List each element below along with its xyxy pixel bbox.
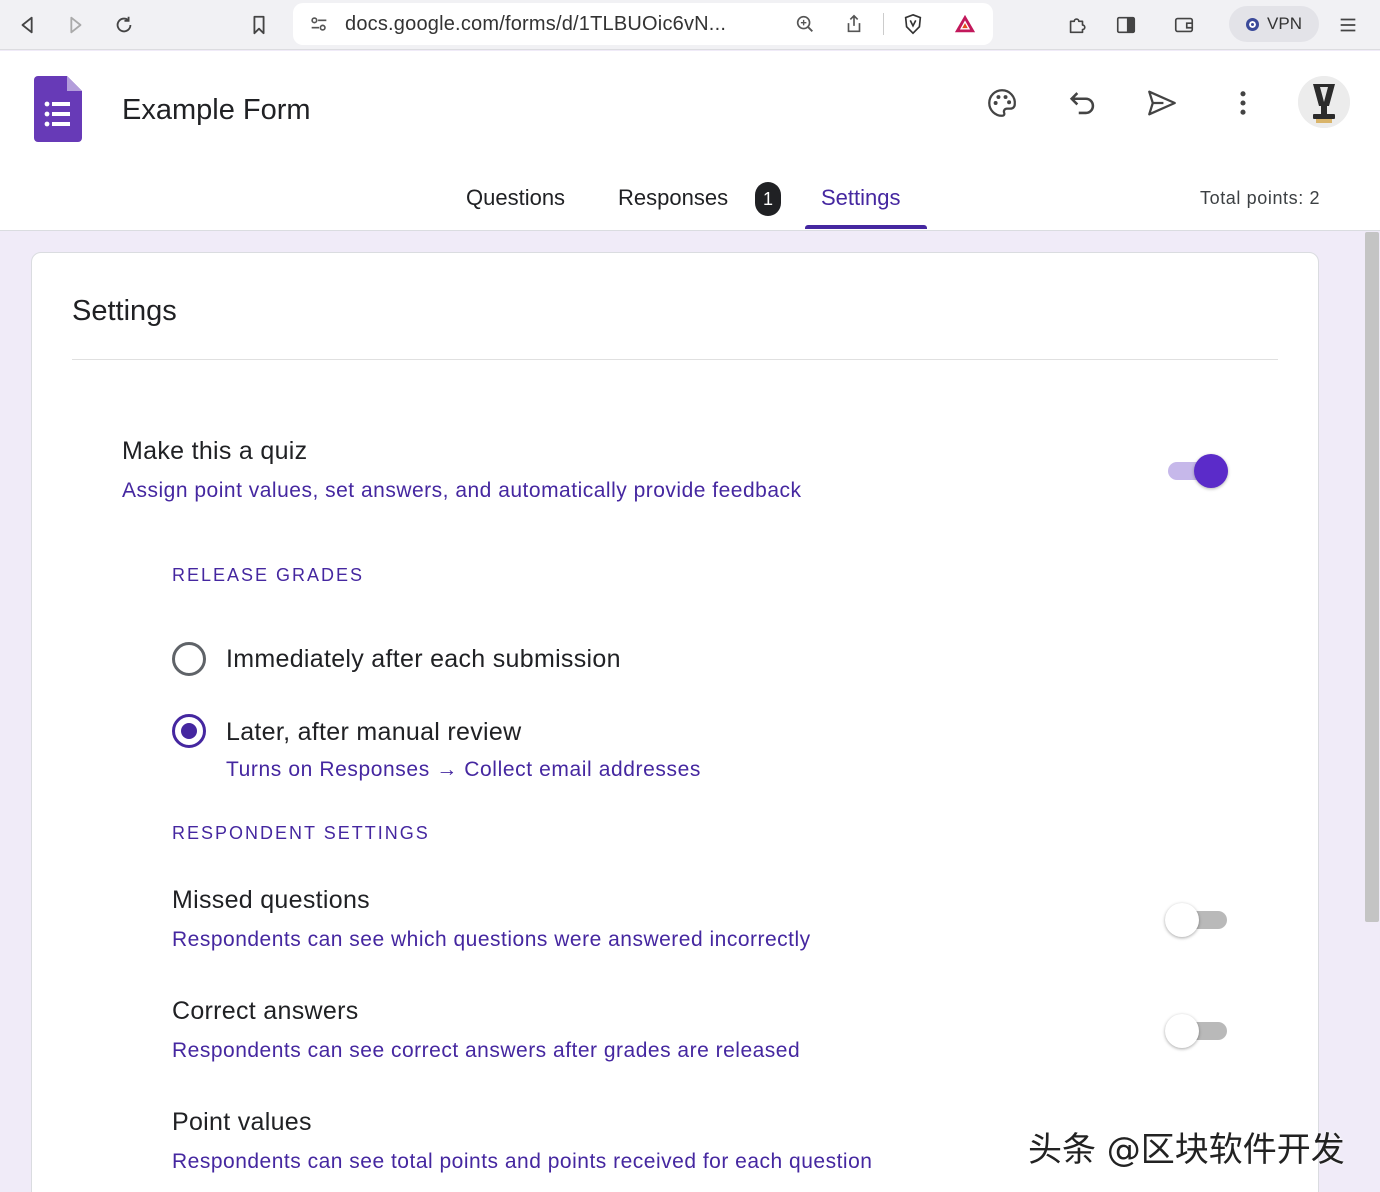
sidebar-icon[interactable] — [1110, 9, 1142, 41]
avatar[interactable] — [1298, 76, 1350, 128]
missed-questions-title: Missed questions — [172, 886, 370, 914]
correct-answers-description: Respondents can see correct answers afte… — [172, 1039, 801, 1062]
watermark: 头条 @区块软件开发 — [1028, 1130, 1345, 1170]
more-options-icon[interactable] — [1221, 81, 1265, 125]
radio-manual-review[interactable] — [172, 714, 206, 748]
quiz-description: Assign point values, set answers, and au… — [122, 479, 802, 502]
radio-manual-review-label[interactable]: Later, after manual review — [226, 718, 521, 747]
reload-icon[interactable] — [108, 9, 140, 41]
settings-divider — [72, 359, 1278, 360]
correct-answers-title: Correct answers — [172, 997, 359, 1025]
quiz-title: Make this a quiz — [122, 437, 308, 465]
radio-immediately-label[interactable]: Immediately after each submission — [226, 645, 621, 674]
point-values-title: Point values — [172, 1108, 312, 1136]
scrollbar-thumb[interactable] — [1365, 232, 1379, 922]
tab-questions[interactable]: Questions — [466, 185, 565, 229]
missed-questions-description: Respondents can see which questions were… — [172, 928, 811, 951]
browser-toolbar: docs.google.com/forms/d/1TLBUOic6vN... V… — [0, 0, 1380, 50]
site-settings-icon[interactable] — [303, 8, 335, 40]
correct-answers-toggle[interactable] — [1165, 1013, 1229, 1049]
total-points: Total points: 2 — [1200, 188, 1321, 208]
radio-immediately[interactable] — [172, 642, 206, 676]
quiz-toggle-knob — [1194, 454, 1228, 488]
vpn-button[interactable]: VPN — [1229, 6, 1319, 42]
form-title[interactable]: Example Form — [122, 94, 311, 127]
extensions-icon[interactable] — [1061, 9, 1093, 41]
menu-icon[interactable] — [1332, 9, 1364, 41]
share-icon[interactable] — [838, 8, 870, 40]
forward-icon[interactable] — [59, 9, 91, 41]
bookmark-icon[interactable] — [243, 9, 275, 41]
brave-shield-icon[interactable] — [897, 8, 929, 40]
forms-header: Example Form Questions Responses 1 Setti… — [0, 51, 1380, 231]
point-values-description: Respondents can see total points and poi… — [172, 1150, 873, 1173]
address-bar[interactable]: docs.google.com/forms/d/1TLBUOic6vN... — [293, 3, 993, 45]
vpn-label: VPN — [1267, 14, 1302, 33]
settings-title: Settings — [72, 295, 177, 327]
brave-rewards-icon[interactable] — [949, 8, 981, 40]
tab-settings[interactable]: Settings — [821, 185, 901, 229]
wallet-icon[interactable] — [1168, 9, 1200, 41]
responses-count-badge: 1 — [755, 182, 781, 216]
settings-card: Settings Make this a quiz Assign point v… — [31, 252, 1319, 1192]
undo-icon[interactable] — [1061, 81, 1105, 125]
url-text[interactable]: docs.google.com/forms/d/1TLBUOic6vN... — [345, 13, 726, 36]
respondent-settings-heading: RESPONDENT SETTINGS — [172, 823, 430, 843]
palette-icon[interactable] — [980, 81, 1024, 125]
back-icon[interactable] — [12, 9, 44, 41]
zoom-icon[interactable] — [789, 8, 821, 40]
missed-questions-toggle-knob — [1165, 903, 1199, 937]
google-forms-logo[interactable] — [34, 76, 82, 142]
tab-responses[interactable]: Responses — [618, 185, 728, 229]
release-grades-heading: RELEASE GRADES — [172, 565, 365, 585]
address-divider — [883, 13, 884, 35]
missed-questions-toggle[interactable] — [1165, 902, 1229, 938]
vpn-status-icon — [1246, 17, 1260, 31]
correct-answers-toggle-knob — [1165, 1014, 1199, 1048]
active-tab-indicator — [805, 225, 927, 229]
quiz-toggle[interactable] — [1166, 453, 1230, 489]
send-icon[interactable] — [1140, 81, 1184, 125]
radio-manual-review-sublabel: Turns on Responses → Collect email addre… — [226, 758, 701, 781]
